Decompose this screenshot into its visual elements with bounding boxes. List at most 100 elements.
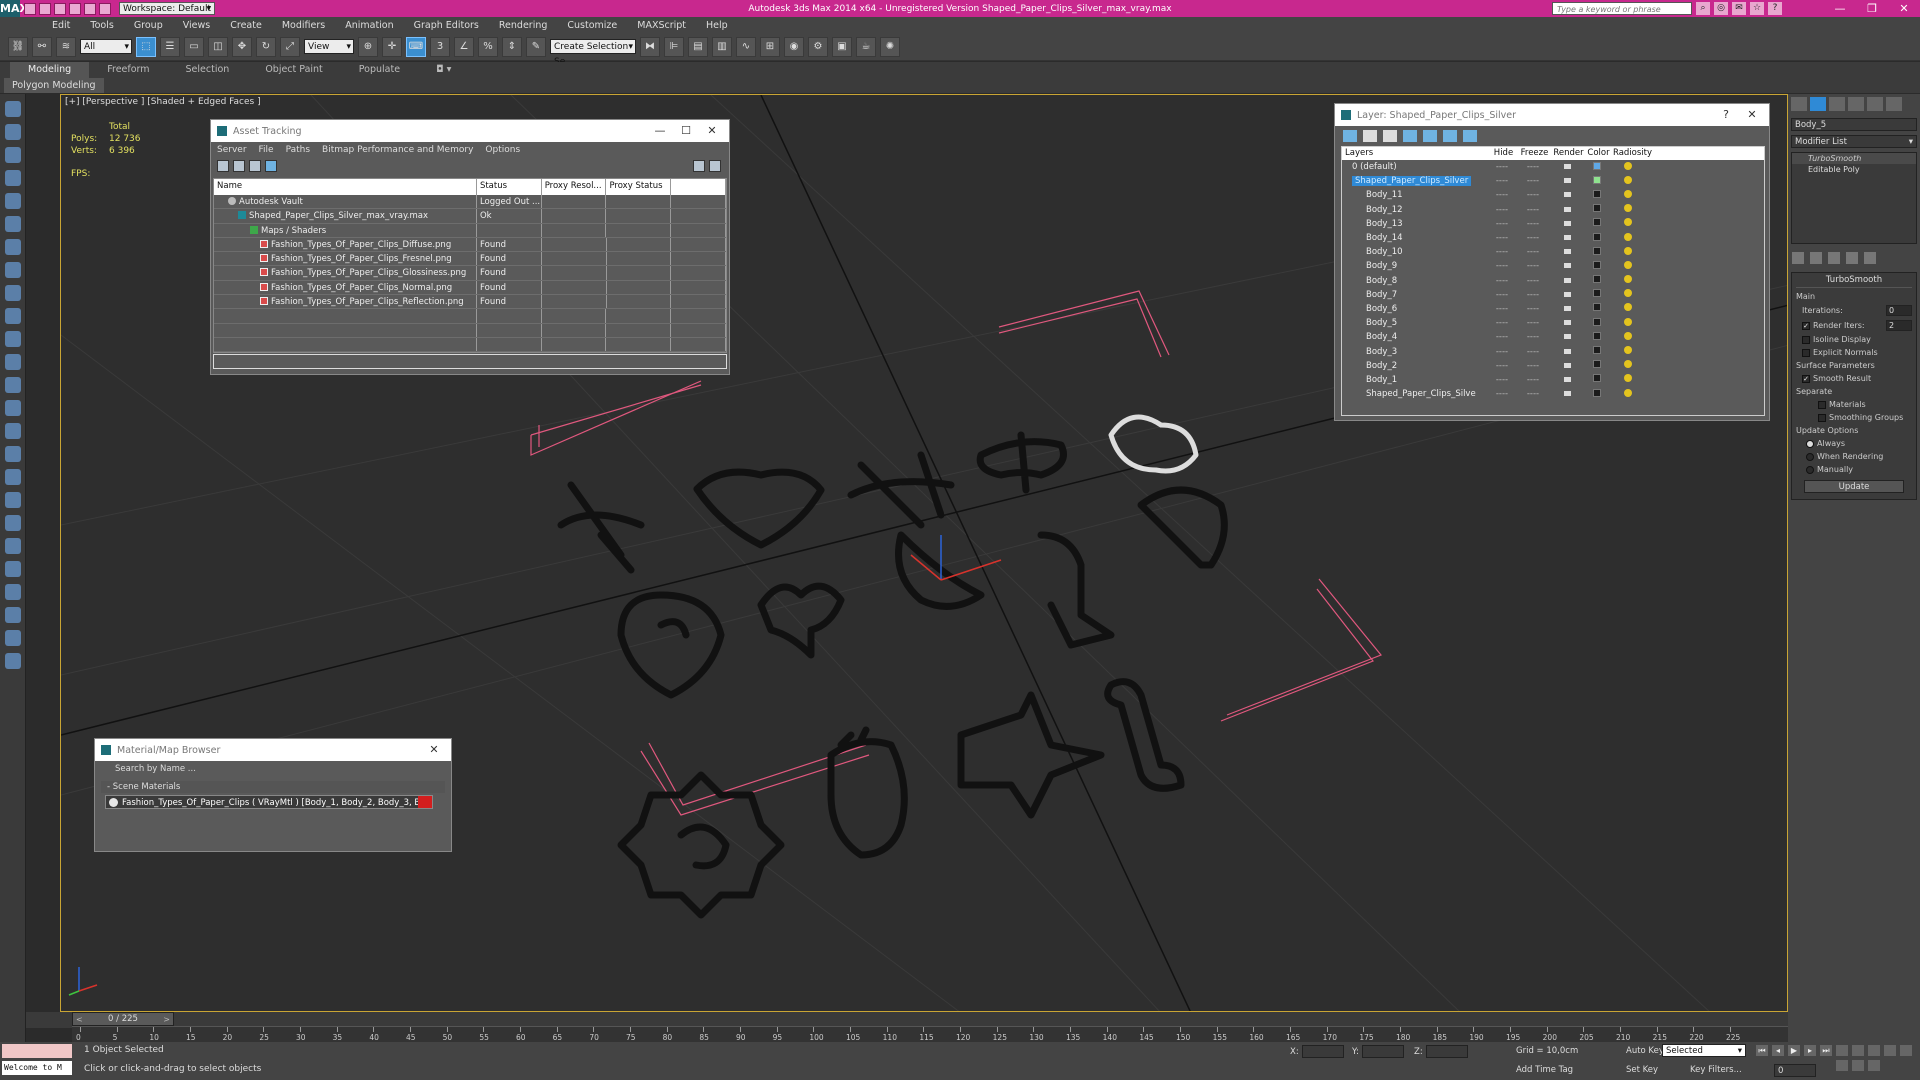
stack-item-turbosmooth[interactable]: TurboSmooth [1792, 153, 1916, 164]
column-render[interactable]: Render [1550, 147, 1584, 160]
freeze-cell[interactable]: ---- [1516, 347, 1550, 357]
radiosity-cell[interactable] [1610, 331, 1646, 343]
tab-modeling[interactable]: Modeling [10, 62, 90, 78]
layer-row[interactable]: Body_8 ---- ---- [1342, 274, 1764, 288]
menu-create[interactable]: Create [220, 20, 272, 31]
color-cell[interactable] [1584, 303, 1610, 314]
rollout-title[interactable]: TurboSmooth [1796, 275, 1912, 288]
render-cell[interactable] [1550, 276, 1584, 286]
hide-cell[interactable]: ---- [1488, 290, 1516, 300]
asset-tracking-titlebar[interactable]: Asset Tracking — ☐ ✕ [211, 120, 729, 142]
render-cell[interactable] [1550, 176, 1584, 186]
help-circle-icon[interactable] [5, 653, 21, 669]
go-to-start-icon[interactable]: ⏮ [1756, 1045, 1768, 1056]
layer-row[interactable]: Shaped_Paper_Clips_Silver ---- ---- [1342, 174, 1764, 188]
hide-cell[interactable]: ---- [1488, 233, 1516, 243]
radiosity-cell[interactable] [1610, 289, 1646, 300]
freeze-cell[interactable]: ---- [1516, 318, 1550, 328]
asset-row[interactable]: Autodesk Vault Logged Out ... [214, 195, 726, 210]
show-end-result-icon[interactable] [1810, 252, 1822, 264]
sphere-primitive-icon[interactable] [5, 308, 21, 324]
materials-checkbox[interactable] [1818, 400, 1826, 409]
radiosity-cell[interactable] [1610, 246, 1646, 258]
stack-item-editable-poly[interactable]: Editable Poly [1792, 164, 1916, 175]
column-freeze[interactable]: Freeze [1516, 147, 1550, 160]
close-button[interactable]: ✕ [699, 120, 725, 142]
add-time-tag[interactable]: Add Time Tag [1516, 1065, 1573, 1075]
freeze-cell[interactable]: ---- [1516, 162, 1550, 172]
minimize-button[interactable]: — [647, 120, 673, 142]
hide-cell[interactable]: ---- [1488, 219, 1516, 229]
reactor-icon[interactable] [5, 561, 21, 577]
hierarchy-tab-icon[interactable] [1829, 97, 1845, 111]
teapot-primitive-icon[interactable] [5, 331, 21, 347]
rotate-icon[interactable]: ↻ [256, 36, 276, 57]
menu-group[interactable]: Group [124, 20, 173, 31]
settings-icon[interactable] [709, 160, 721, 172]
color-cell[interactable] [1584, 175, 1610, 187]
spinner-snap-icon[interactable]: ⇕ [502, 36, 522, 57]
layer-row[interactable]: Shaped_Paper_Clips_Silve ---- ---- [1342, 387, 1764, 401]
color-cell[interactable] [1584, 346, 1610, 357]
radiosity-cell[interactable] [1610, 360, 1646, 371]
select-by-name-icon[interactable]: ☰ [160, 36, 180, 57]
radiosity-cell[interactable] [1610, 346, 1646, 357]
help-icon[interactable]: ? [1768, 2, 1782, 15]
color-cell[interactable] [1584, 289, 1610, 300]
color-cell[interactable] [1584, 260, 1610, 272]
remove-modifier-icon[interactable] [1846, 252, 1858, 264]
globe-icon[interactable] [5, 492, 21, 508]
freeze-cell[interactable]: ---- [1516, 290, 1550, 300]
radiosity-cell[interactable] [1610, 189, 1646, 201]
color-cell[interactable] [1584, 317, 1610, 329]
create-shapes-icon[interactable] [5, 124, 21, 140]
render-cell[interactable] [1550, 347, 1584, 357]
previous-frame-icon[interactable]: ◂ [1772, 1045, 1784, 1056]
freeze-cell[interactable]: ---- [1516, 219, 1550, 229]
color-cell[interactable] [1584, 189, 1610, 201]
time-slider[interactable]: < 0 / 225 > [72, 1012, 174, 1026]
particle-system-icon[interactable] [5, 423, 21, 439]
column-name[interactable]: Name [214, 179, 477, 195]
render-cell[interactable] [1550, 318, 1584, 328]
key-filters-button[interactable]: Key Filters... [1690, 1065, 1742, 1075]
hide-cell[interactable]: ---- [1488, 304, 1516, 314]
radiosity-cell[interactable] [1610, 218, 1646, 229]
set-key-button[interactable]: Set Key [1626, 1065, 1658, 1075]
table-view-icon[interactable] [265, 160, 277, 172]
radiosity-cell[interactable] [1610, 161, 1646, 173]
asset-row[interactable]: Fashion_Types_Of_Paper_Clips_Reflection.… [214, 295, 727, 310]
create-geometry-icon[interactable] [5, 101, 21, 117]
menu-file[interactable]: File [259, 145, 274, 155]
color-cell[interactable] [1584, 232, 1610, 244]
hide-cell[interactable]: ---- [1488, 347, 1516, 357]
bind-space-warp-icon[interactable]: ≋ [56, 36, 76, 57]
freeze-cell[interactable]: ---- [1516, 261, 1550, 271]
zoom-extents-icon[interactable] [1868, 1045, 1880, 1056]
play-icon[interactable]: ▶ [1788, 1045, 1800, 1056]
menu-views[interactable]: Views [173, 20, 221, 31]
color-cell[interactable] [1584, 374, 1610, 385]
favorites-icon[interactable]: ☆ [1750, 2, 1764, 15]
tab-object-paint[interactable]: Object Paint [247, 62, 340, 78]
render-cell[interactable] [1550, 375, 1584, 385]
menu-options[interactable]: Options [485, 145, 520, 155]
column-radiosity[interactable]: Radiosity [1610, 147, 1652, 160]
material-editor-icon[interactable]: ◉ [784, 36, 804, 57]
delete-layer-icon[interactable] [1363, 130, 1377, 142]
save-file-icon[interactable] [54, 2, 66, 15]
polygon-modeling-panel[interactable]: Polygon Modeling [4, 78, 104, 93]
pan-icon[interactable] [1836, 1060, 1848, 1071]
edit-named-selection-icon[interactable]: ✎ [526, 36, 546, 57]
orbit-icon[interactable] [1852, 1060, 1864, 1071]
layer-row[interactable]: Body_11 ---- ---- [1342, 188, 1764, 202]
key-selection-dropdown[interactable]: Selected [1662, 1044, 1746, 1058]
always-radio[interactable] [1806, 439, 1814, 448]
crowd-icon[interactable] [5, 538, 21, 554]
modifier-list-dropdown[interactable]: Modifier List [1791, 135, 1917, 149]
character-icon[interactable] [5, 446, 21, 462]
radiosity-cell[interactable] [1610, 303, 1646, 314]
radiosity-cell[interactable] [1610, 275, 1646, 286]
create-helpers-icon[interactable] [5, 193, 21, 209]
layer-explorer-icon[interactable]: ▤ [688, 36, 708, 57]
